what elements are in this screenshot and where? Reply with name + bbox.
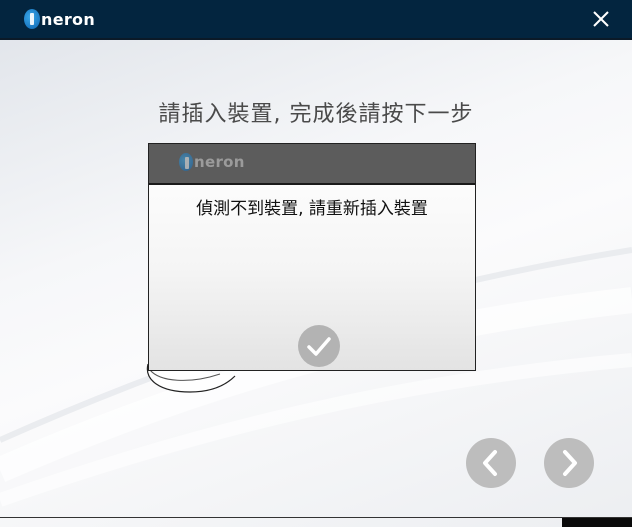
dialog-logo-text: neron bbox=[194, 153, 245, 171]
kneron-logo: neron bbox=[24, 8, 95, 30]
next-button[interactable] bbox=[544, 438, 594, 488]
title-bar: neron bbox=[0, 0, 632, 40]
dialog-logo-icon bbox=[179, 153, 193, 171]
logo-text: neron bbox=[41, 9, 96, 29]
dialog-header: neron bbox=[149, 144, 475, 185]
dialog-message: 偵測不到裝置, 請重新插入裝置 bbox=[196, 199, 428, 219]
previous-button[interactable] bbox=[466, 438, 516, 488]
instruction-text: 請插入裝置, 完成後請按下一步 bbox=[158, 102, 474, 127]
confirm-button[interactable] bbox=[298, 325, 340, 367]
bottom-corner-block bbox=[562, 518, 632, 527]
chevron-left-icon bbox=[483, 450, 497, 476]
bottom-divider bbox=[0, 517, 632, 518]
close-icon bbox=[593, 11, 609, 27]
device-dialog: neron 偵測不到裝置, 請重新插入裝置 bbox=[148, 143, 476, 371]
chevron-right-icon bbox=[563, 450, 577, 476]
checkmark-icon bbox=[307, 337, 331, 356]
close-button[interactable] bbox=[592, 10, 610, 28]
kneron-logo-icon bbox=[24, 9, 40, 29]
dialog-logo: neron bbox=[179, 153, 245, 171]
